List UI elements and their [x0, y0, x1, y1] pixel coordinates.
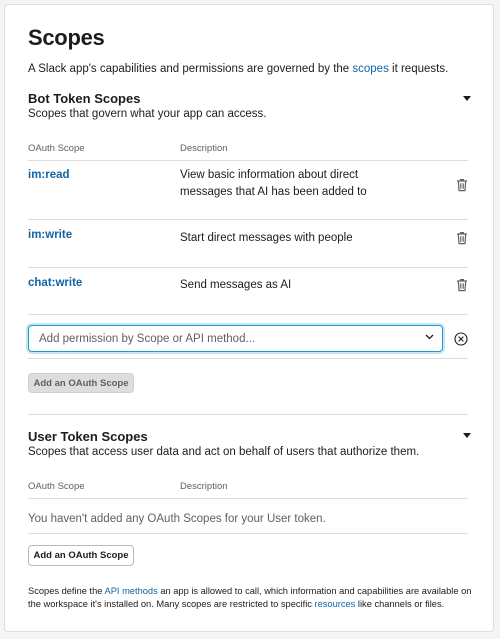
user-scopes-empty-message: You haven't added any OAuth Scopes for y…: [28, 513, 326, 525]
intro-text-after: it requests.: [388, 63, 449, 75]
clear-circle-x-icon[interactable]: [454, 332, 468, 346]
trash-icon[interactable]: [456, 178, 468, 192]
scopes-link[interactable]: scopes: [352, 63, 388, 75]
scope-description: View basic information about direct mess…: [180, 169, 367, 198]
user-section-subtitle: Scopes that access user data and act on …: [28, 446, 420, 458]
bot-section-title: Bot Token Scopes: [28, 91, 141, 106]
bot-add-oauth-scope-button[interactable]: Add an OAuth Scope: [28, 373, 134, 393]
divider: [28, 160, 468, 161]
intro-text-before: A Slack app's capabilities and permissio…: [28, 63, 353, 75]
scope-name-im-write[interactable]: im:write: [28, 229, 72, 241]
scope-description: Start direct messages with people: [180, 232, 353, 244]
footer-text: like channels or files.: [355, 599, 445, 609]
section-divider: [28, 414, 468, 415]
add-permission-input[interactable]: [37, 326, 411, 351]
trash-icon[interactable]: [456, 278, 468, 292]
user-col-header-description: Description: [180, 481, 228, 492]
bot-col-header-scope: OAuth Scope: [28, 143, 85, 154]
intro-text: A Slack app's capabilities and permissio…: [28, 63, 448, 75]
divider: [28, 498, 468, 499]
footer-text: Scopes define the: [28, 586, 105, 596]
resources-link[interactable]: resources: [315, 599, 356, 609]
bot-col-header-description: Description: [180, 143, 228, 154]
scope-description: Send messages as AI: [180, 279, 292, 291]
bot-section-caret-down-icon[interactable]: [463, 96, 471, 101]
divider: [28, 314, 468, 315]
divider: [28, 533, 468, 534]
divider: [28, 358, 468, 359]
divider: [28, 267, 468, 268]
user-add-oauth-scope-button[interactable]: Add an OAuth Scope: [28, 545, 134, 566]
scopes-card: Scopes A Slack app's capabilities and pe…: [4, 4, 494, 632]
add-permission-select[interactable]: [28, 325, 443, 352]
trash-icon[interactable]: [456, 231, 468, 245]
user-section-title: User Token Scopes: [28, 429, 148, 444]
user-section-caret-down-icon[interactable]: [463, 433, 471, 438]
scope-name-im-read[interactable]: im:read: [28, 169, 70, 181]
page-title: Scopes: [28, 25, 105, 50]
chevron-down-icon[interactable]: [425, 334, 434, 340]
user-col-header-scope: OAuth Scope: [28, 481, 85, 492]
divider: [28, 219, 468, 220]
footer-note: Scopes define the API methods an app is …: [28, 585, 473, 611]
bot-section-subtitle: Scopes that govern what your app can acc…: [28, 108, 267, 120]
scope-name-chat-write[interactable]: chat:write: [28, 277, 82, 289]
api-methods-link[interactable]: API methods: [105, 586, 158, 596]
